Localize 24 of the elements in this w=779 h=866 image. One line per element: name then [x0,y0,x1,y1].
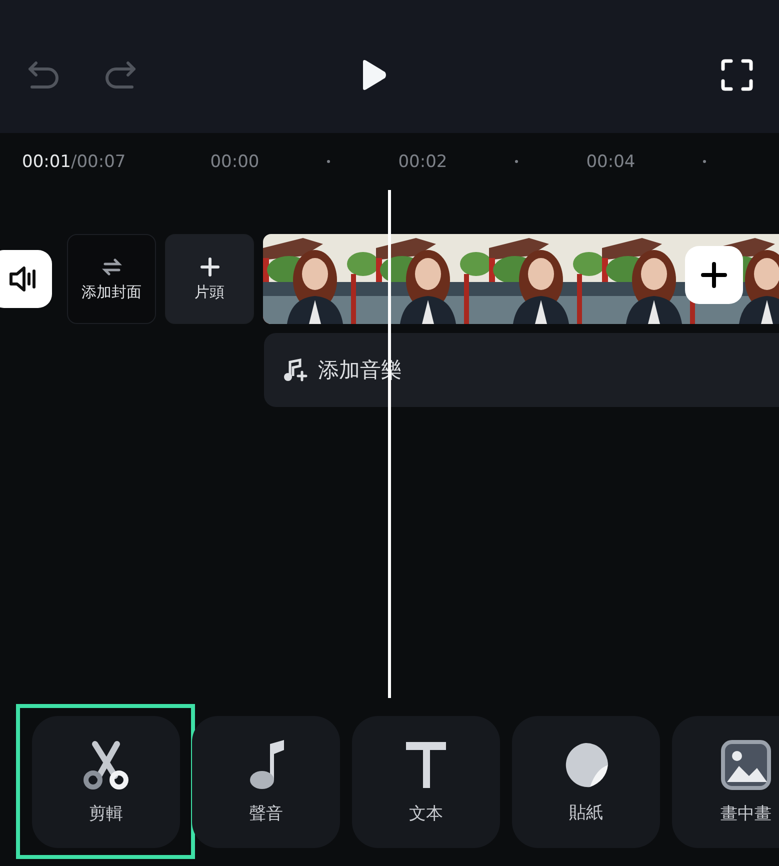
tool-button[interactable]: 剪輯 [32,716,180,848]
speaker-icon [9,266,37,292]
swap-icon [102,256,122,276]
tool-button[interactable]: 畫中畫 [672,716,779,848]
tool-button[interactable]: 聲音 [192,716,340,848]
add-intro-button[interactable]: 片頭 [165,234,254,324]
ruler-tick [327,160,330,163]
scissors-icon [81,740,131,790]
ruler-tick [515,160,518,163]
ruler-tick [703,160,706,163]
volume-button[interactable] [0,250,52,308]
tool-button[interactable]: 貼紙 [512,716,660,848]
music-add-icon [282,358,308,382]
image-icon [721,740,771,790]
text-icon [404,740,448,790]
add-cover-button[interactable]: 添加封面 [67,234,156,324]
tool-button[interactable]: 文本 [352,716,500,848]
plus-icon [200,256,220,276]
current-time: 00:01 [22,152,71,172]
ruler-time-label: 00:02 [398,152,448,172]
total-duration: /00:07 [71,152,126,172]
ruler-time-label: 00:04 [586,152,636,172]
ruler-time-label: 00:00 [210,152,260,172]
fullscreen-icon[interactable] [721,58,753,90]
